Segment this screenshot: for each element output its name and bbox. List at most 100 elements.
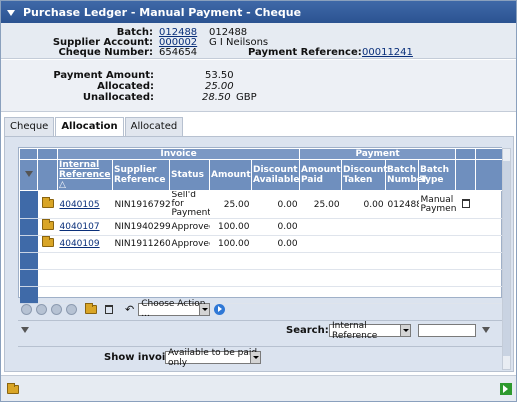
row-selector[interactable] xyxy=(19,190,38,219)
table-row[interactable]: 4040105 NIN1916792 Sell'd for Payment 25… xyxy=(19,190,504,219)
amount-paid-cell[interactable] xyxy=(299,235,342,253)
search-input[interactable] xyxy=(418,324,476,337)
search-field-select[interactable]: Internal Reference xyxy=(329,321,411,341)
amount-cell: 25.00 xyxy=(209,190,252,219)
col-amount-paid[interactable]: Amount Paid xyxy=(299,159,343,191)
col-batch-type[interactable]: Batch Type xyxy=(418,159,457,191)
batch-type-cell xyxy=(418,218,456,236)
payment-reference-label: Payment Reference: xyxy=(248,47,362,58)
payment-amount-value: 53.50 xyxy=(205,70,234,81)
choose-action-select[interactable]: Choose Action ... xyxy=(138,299,211,319)
window-title: Purchase Ledger - Manual Payment - Chequ… xyxy=(23,5,302,19)
payment-reference-link[interactable]: 00011241 xyxy=(362,47,413,58)
last-page-icon[interactable] xyxy=(66,303,77,315)
row-selector xyxy=(19,269,38,287)
empty-row xyxy=(19,269,504,287)
header-blank xyxy=(37,148,58,160)
discount-available-cell: 0.00 xyxy=(251,218,300,236)
status-cell: Approved xyxy=(169,218,210,236)
unallocated-value: 28.50 xyxy=(202,92,231,103)
amount-cell: 100.00 xyxy=(209,235,252,253)
col-internal-reference[interactable]: Internal Reference △ xyxy=(57,159,113,191)
tab-cheque[interactable]: Cheque xyxy=(4,117,55,136)
col-discount-available[interactable]: Discount Available xyxy=(250,159,301,191)
header-panel: Batch: 012488 012488 Supplier Account: 0… xyxy=(1,23,516,59)
row-action-empty xyxy=(455,218,476,236)
first-page-icon[interactable] xyxy=(21,303,32,315)
col-amount[interactable]: Amount xyxy=(209,159,252,191)
tab-allocation[interactable]: Allocation xyxy=(55,117,124,137)
row-spacer xyxy=(475,218,504,236)
window-frame: Purchase Ledger - Manual Payment - Chequ… xyxy=(0,0,517,402)
row-selector[interactable] xyxy=(19,218,38,236)
group-header-payment: Payment xyxy=(299,148,457,160)
folder-icon xyxy=(41,219,54,230)
group-header-invoice: Invoice xyxy=(56,148,301,160)
amount-cell: 100.00 xyxy=(209,218,252,236)
open-folder-button[interactable] xyxy=(37,218,58,236)
next-page-icon[interactable] xyxy=(51,303,62,315)
row-selector[interactable] xyxy=(19,235,38,253)
open-folder-button[interactable] xyxy=(37,235,58,253)
table-row[interactable]: 4040107 NIN1940299 Approved 100.00 0.00 xyxy=(19,218,504,236)
show-invoices-select[interactable]: Available to be paid only xyxy=(165,348,261,368)
discount-taken-cell[interactable] xyxy=(341,218,386,236)
col-discount-taken[interactable]: Discount Taken xyxy=(341,159,388,191)
dropdown-arrow-icon xyxy=(199,303,210,315)
trash-icon[interactable] xyxy=(105,304,113,314)
folder-icon[interactable] xyxy=(7,383,19,394)
status-cell: Sell'd for Payment xyxy=(169,190,210,219)
folder-icon[interactable] xyxy=(85,302,97,314)
amount-paid-cell[interactable]: 25.00 xyxy=(299,190,342,219)
grid-filter-toggle[interactable] xyxy=(19,159,38,191)
empty-row xyxy=(19,252,504,270)
grid-toolbar: ↶ Choose Action ... xyxy=(18,299,502,319)
allocated-label: Allocated: xyxy=(97,81,154,92)
supplier-reference-cell: NIN1911260 xyxy=(112,235,170,253)
invoice-grid: Invoice Payment Internal Reference △ Sup… xyxy=(18,147,505,304)
internal-reference-link[interactable]: 4040107 xyxy=(60,222,100,232)
scrollbar-thumb[interactable] xyxy=(503,161,510,356)
sort-asc-icon: △ xyxy=(59,180,66,190)
trash-icon xyxy=(461,198,470,208)
internal-reference-link[interactable]: 4040105 xyxy=(60,200,100,210)
clear-filter-icon[interactable] xyxy=(21,325,29,336)
col-supplier-reference[interactable]: Supplier Reference xyxy=(112,159,170,191)
row-action-empty xyxy=(455,235,476,253)
title-bar: Purchase Ledger - Manual Payment - Chequ… xyxy=(1,1,516,23)
table-row[interactable]: 4040109 NIN1911260 Approved 100.00 0.00 xyxy=(19,235,504,253)
apply-filter-icon[interactable] xyxy=(482,325,490,336)
col-scroll xyxy=(475,159,505,191)
dropdown-arrow-icon xyxy=(400,325,410,336)
batch-number-cell: 012488 xyxy=(385,190,419,219)
show-invoices-row: Show invoices: Available to be paid only xyxy=(18,346,502,368)
supplier-reference-cell: NIN1916792 xyxy=(112,190,170,219)
discount-taken-cell[interactable]: 0.00 xyxy=(341,190,386,219)
filter-icon xyxy=(21,327,29,333)
search-row: Search: Internal Reference xyxy=(18,320,502,341)
tab-allocated[interactable]: Allocated xyxy=(124,117,184,136)
amount-paid-cell[interactable] xyxy=(299,218,342,236)
panel-scrollbar[interactable] xyxy=(502,148,511,370)
col-batch-number[interactable]: Batch Number xyxy=(385,159,427,191)
filter-icon xyxy=(482,327,490,333)
row-selector xyxy=(19,252,38,270)
internal-reference-link[interactable]: 4040109 xyxy=(60,239,100,249)
amounts-panel: Payment Amount: 53.50 Allocated: 25.00 U… xyxy=(1,60,516,112)
payment-amount-label: Payment Amount: xyxy=(53,70,154,81)
col-status[interactable]: Status xyxy=(169,159,210,191)
prev-page-icon[interactable] xyxy=(36,303,47,315)
next-arrow-icon[interactable] xyxy=(500,383,512,395)
header-blank-2 xyxy=(455,148,477,160)
undo-icon[interactable]: ↶ xyxy=(125,303,134,316)
discount-taken-cell[interactable] xyxy=(341,235,386,253)
delete-allocation-button[interactable] xyxy=(455,190,476,219)
filter-header-blank xyxy=(19,148,38,160)
open-folder-button[interactable] xyxy=(37,190,58,219)
go-action-icon[interactable] xyxy=(214,303,226,315)
search-label: Search: xyxy=(286,325,329,336)
folder-icon xyxy=(41,236,54,247)
cheque-number-label: Cheque Number: xyxy=(58,47,153,58)
collapse-arrow-icon[interactable] xyxy=(7,9,15,16)
allocation-tab-content: Invoice Payment Internal Reference △ Sup… xyxy=(4,136,514,372)
